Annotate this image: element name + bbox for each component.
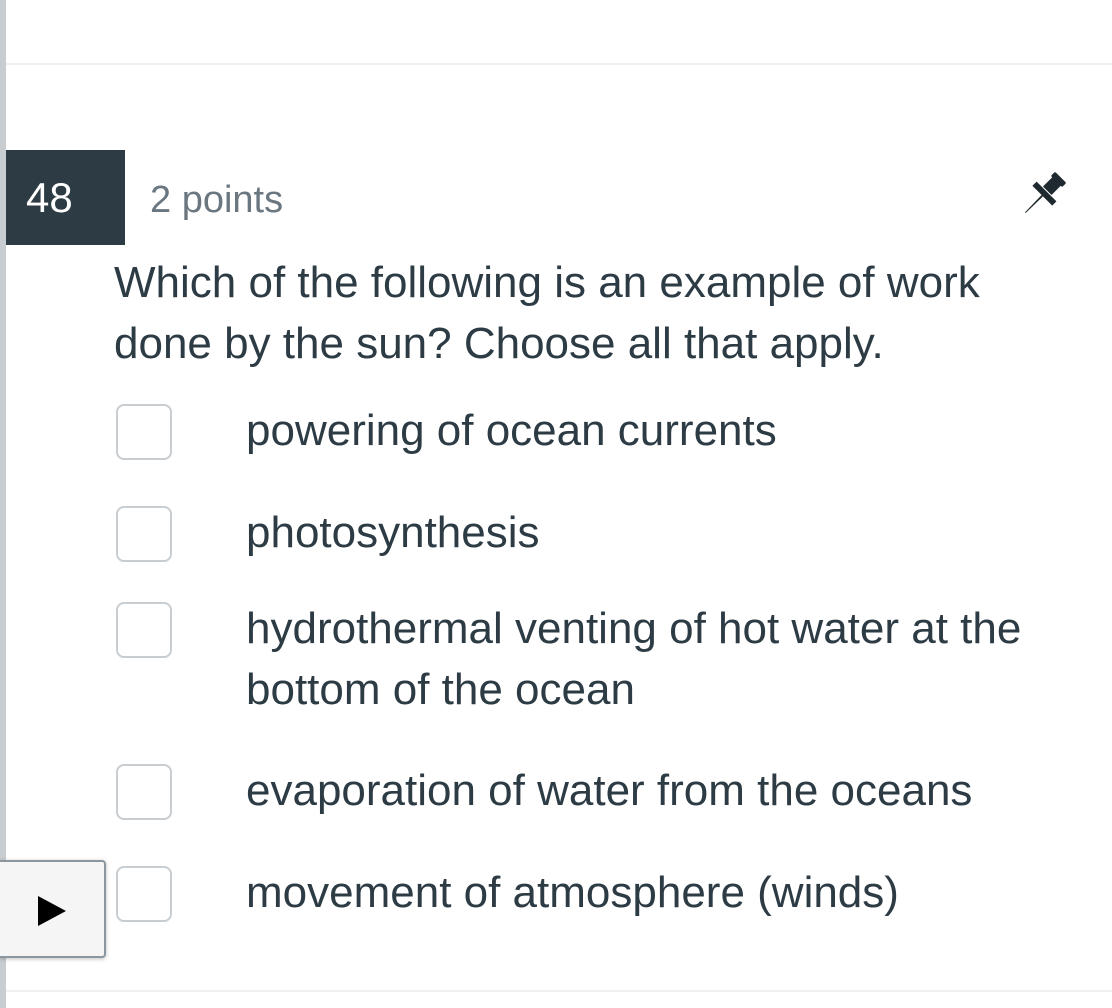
answer-label[interactable]: photosynthesis	[246, 502, 1046, 563]
answer-checkbox[interactable]	[116, 764, 172, 820]
answer-checkbox[interactable]	[116, 506, 172, 562]
answer-checkbox[interactable]	[116, 866, 172, 922]
bottom-divider	[6, 990, 1112, 992]
question-text: Which of the following is an example of …	[114, 258, 980, 368]
answer-label[interactable]: powering of ocean currents	[246, 400, 1046, 461]
question-points: 2 points	[150, 179, 284, 221]
answer-label[interactable]: movement of atmosphere (winds)	[246, 862, 1046, 923]
answer-checkbox[interactable]	[116, 404, 172, 460]
top-divider	[6, 63, 1112, 65]
play-triangle-icon	[38, 896, 66, 926]
question-nav-toggle-button[interactable]	[0, 860, 106, 958]
pin-icon[interactable]	[1014, 166, 1072, 224]
answer-checkbox[interactable]	[116, 602, 172, 658]
answer-label[interactable]: hydrothermal venting of hot water at the…	[246, 598, 1066, 720]
answer-label[interactable]: evaporation of water from the oceans	[246, 760, 1046, 821]
question-number-badge: 48	[6, 150, 125, 245]
